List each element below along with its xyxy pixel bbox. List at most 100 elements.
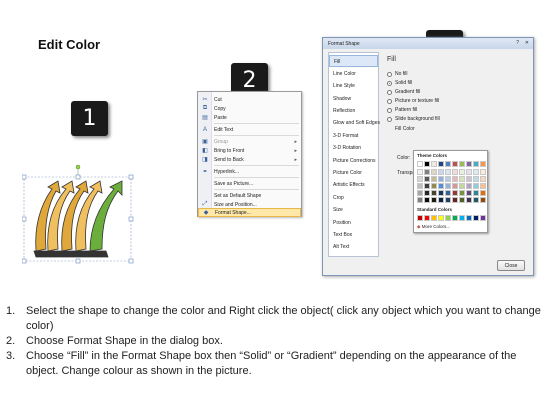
standard-color-swatch[interactable] bbox=[466, 215, 472, 221]
category-shadow[interactable]: Shadow bbox=[329, 93, 378, 105]
category-line-style[interactable]: Line Style bbox=[329, 80, 378, 92]
theme-tint-swatch[interactable] bbox=[466, 183, 472, 189]
theme-color-swatch[interactable] bbox=[466, 161, 472, 167]
standard-color-swatch[interactable] bbox=[445, 215, 451, 221]
theme-tint-swatch[interactable] bbox=[473, 183, 479, 189]
category-picture-color[interactable]: Picture Color bbox=[329, 167, 378, 179]
option-slide-background-fill[interactable]: Slide background fill bbox=[387, 115, 440, 123]
menu-item-copy[interactable]: ⧉ Copy bbox=[198, 104, 301, 113]
theme-tint-swatch[interactable] bbox=[473, 169, 479, 175]
category-glow[interactable]: Glow and Soft Edges bbox=[329, 117, 380, 129]
theme-tint-swatch[interactable] bbox=[466, 176, 472, 182]
theme-tint-swatch[interactable] bbox=[431, 176, 437, 182]
standard-color-swatch[interactable] bbox=[459, 215, 465, 221]
category-line-color[interactable]: Line Color bbox=[329, 68, 378, 80]
radio-button[interactable] bbox=[387, 107, 392, 113]
theme-tint-swatch[interactable] bbox=[431, 190, 437, 196]
theme-tint-swatch[interactable] bbox=[431, 169, 437, 175]
theme-color-swatch[interactable] bbox=[452, 161, 458, 167]
theme-tint-swatch[interactable] bbox=[445, 169, 451, 175]
menu-item-set-default-shape[interactable]: Set as Default Shape bbox=[198, 191, 301, 200]
theme-tint-swatch[interactable] bbox=[431, 197, 437, 203]
theme-tint-swatch[interactable] bbox=[431, 183, 437, 189]
theme-color-swatch[interactable] bbox=[438, 161, 444, 167]
standard-color-swatch[interactable] bbox=[424, 215, 430, 221]
theme-tint-swatch[interactable] bbox=[438, 176, 444, 182]
theme-tint-swatch[interactable] bbox=[445, 190, 451, 196]
category-reflection[interactable]: Reflection bbox=[329, 105, 378, 117]
theme-tint-swatch[interactable] bbox=[445, 197, 451, 203]
curved-arrows-graphic[interactable] bbox=[22, 163, 134, 264]
standard-color-swatch[interactable] bbox=[452, 215, 458, 221]
theme-tint-swatch[interactable] bbox=[480, 183, 486, 189]
menu-item-paste[interactable]: ▤ Paste bbox=[198, 113, 301, 122]
theme-tint-swatch[interactable] bbox=[452, 190, 458, 196]
theme-tint-swatch[interactable] bbox=[459, 183, 465, 189]
category-size[interactable]: Size bbox=[329, 204, 378, 216]
theme-tint-swatch[interactable] bbox=[480, 176, 486, 182]
standard-color-swatch[interactable] bbox=[480, 215, 486, 221]
theme-color-swatch[interactable] bbox=[424, 161, 430, 167]
category-artistic-effects[interactable]: Artistic Effects bbox=[329, 179, 378, 191]
theme-tint-swatch[interactable] bbox=[445, 183, 451, 189]
theme-tint-swatch[interactable] bbox=[473, 176, 479, 182]
dialog-title-bar[interactable]: Format Shape ? ✕ bbox=[323, 38, 533, 49]
menu-item-cut[interactable]: ✂ Cut bbox=[198, 95, 301, 104]
theme-tint-swatch[interactable] bbox=[424, 190, 430, 196]
theme-tint-swatch[interactable] bbox=[417, 197, 423, 203]
theme-tint-swatch[interactable] bbox=[459, 176, 465, 182]
theme-tint-swatch[interactable] bbox=[424, 169, 430, 175]
option-no-fill[interactable]: No fill bbox=[387, 70, 408, 78]
close-icon[interactable]: ✕ bbox=[525, 40, 529, 46]
category-3d-rotation[interactable]: 3-D Rotation bbox=[329, 142, 378, 154]
category-fill[interactable]: Fill bbox=[329, 55, 378, 67]
category-text-box[interactable]: Text Box bbox=[329, 229, 378, 241]
category-picture-corrections[interactable]: Picture Corrections bbox=[329, 155, 378, 167]
theme-tint-swatch[interactable] bbox=[466, 190, 472, 196]
option-picture-fill[interactable]: Picture or texture fill bbox=[387, 97, 439, 105]
menu-item-edit-text[interactable]: A Edit Text bbox=[198, 125, 301, 134]
theme-tint-swatch[interactable] bbox=[417, 190, 423, 196]
theme-tint-swatch[interactable] bbox=[473, 190, 479, 196]
category-crop[interactable]: Crop bbox=[329, 192, 378, 204]
theme-tint-swatch[interactable] bbox=[424, 197, 430, 203]
theme-tint-swatch[interactable] bbox=[424, 176, 430, 182]
standard-color-swatch[interactable] bbox=[431, 215, 437, 221]
theme-color-swatch[interactable] bbox=[480, 161, 486, 167]
theme-tint-swatch[interactable] bbox=[459, 190, 465, 196]
option-gradient-fill[interactable]: Gradient fill bbox=[387, 88, 420, 96]
theme-color-swatch[interactable] bbox=[445, 161, 451, 167]
theme-tint-swatch[interactable] bbox=[438, 197, 444, 203]
radio-button[interactable] bbox=[387, 98, 392, 104]
option-pattern-fill[interactable]: Pattern fill bbox=[387, 106, 417, 114]
category-position[interactable]: Position bbox=[329, 217, 378, 229]
theme-color-swatch[interactable] bbox=[459, 161, 465, 167]
theme-tint-swatch[interactable] bbox=[452, 197, 458, 203]
theme-tint-swatch[interactable] bbox=[480, 169, 486, 175]
theme-tint-swatch[interactable] bbox=[438, 183, 444, 189]
theme-tint-swatch[interactable] bbox=[424, 183, 430, 189]
theme-tint-swatch[interactable] bbox=[480, 190, 486, 196]
menu-item-bring-to-front[interactable]: ◧ Bring to Front ▸ bbox=[198, 146, 301, 155]
close-button[interactable]: Close bbox=[497, 260, 525, 271]
menu-item-save-as-picture[interactable]: Save as Picture... bbox=[198, 179, 301, 188]
theme-tint-swatch[interactable] bbox=[417, 176, 423, 182]
theme-tint-swatch[interactable] bbox=[452, 183, 458, 189]
theme-tint-swatch[interactable] bbox=[417, 183, 423, 189]
standard-color-swatch[interactable] bbox=[473, 215, 479, 221]
theme-color-swatch[interactable] bbox=[417, 161, 423, 167]
theme-tint-swatch[interactable] bbox=[438, 190, 444, 196]
theme-tint-swatch[interactable] bbox=[438, 169, 444, 175]
radio-button[interactable] bbox=[387, 80, 392, 86]
category-3d-format[interactable]: 3-D Format bbox=[329, 130, 378, 142]
radio-button[interactable] bbox=[387, 116, 392, 122]
theme-tint-swatch[interactable] bbox=[473, 197, 479, 203]
standard-color-swatch[interactable] bbox=[417, 215, 423, 221]
theme-color-swatch[interactable] bbox=[473, 161, 479, 167]
theme-tint-swatch[interactable] bbox=[466, 197, 472, 203]
help-icon[interactable]: ? bbox=[516, 40, 519, 46]
theme-tint-swatch[interactable] bbox=[445, 176, 451, 182]
theme-tint-swatch[interactable] bbox=[480, 197, 486, 203]
theme-tint-swatch[interactable] bbox=[452, 169, 458, 175]
category-alt-text[interactable]: Alt Text bbox=[329, 241, 378, 253]
